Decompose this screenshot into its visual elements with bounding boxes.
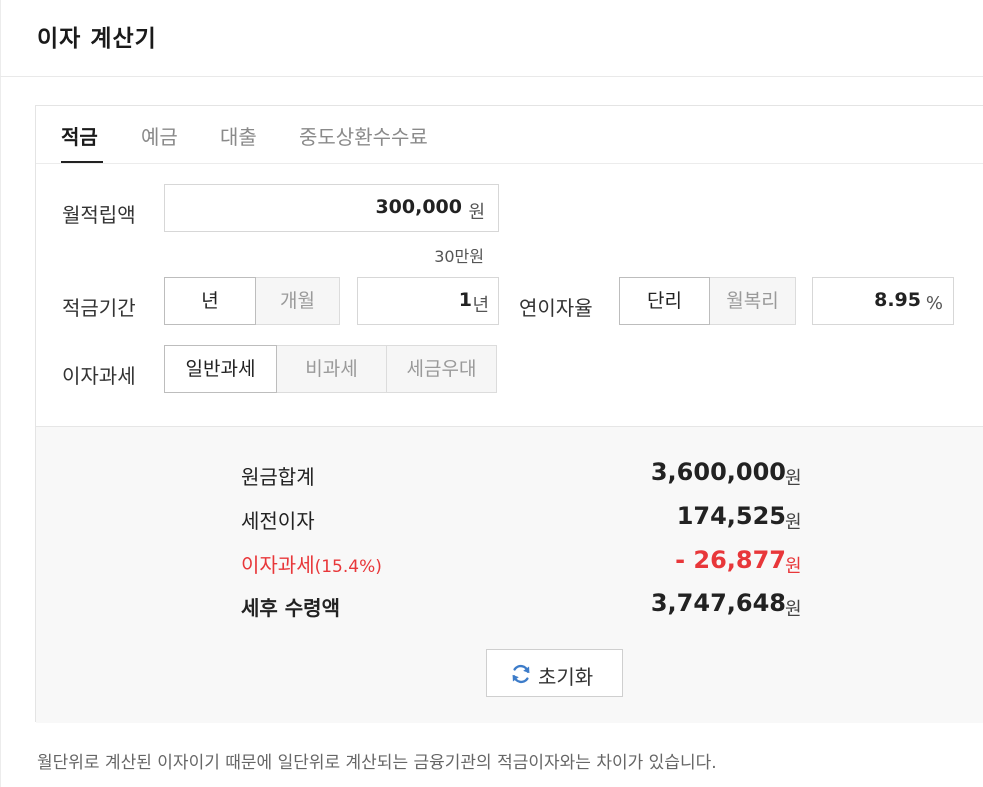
period-unit-month-button[interactable]: 개월: [255, 277, 340, 325]
tab-savings[interactable]: 적금: [61, 121, 98, 150]
after-tax-unit: 원: [785, 599, 802, 620]
principal-label: 원금합계: [241, 465, 315, 489]
left-border: [0, 0, 1, 787]
page-title: 이자 계산기: [37, 26, 157, 52]
tax-preferential-button[interactable]: 세금우대: [386, 345, 497, 393]
calculator-tabs: 적금 예금 대출 중도상환수수료: [36, 106, 983, 164]
tab-loan[interactable]: 대출: [220, 121, 257, 150]
page-header: 이자 계산기: [0, 0, 983, 77]
tab-deposit[interactable]: 예금: [141, 121, 178, 150]
tab-prepayment-fee[interactable]: 중도상환수수료: [299, 121, 428, 150]
after-tax-label: 세후 수령액: [241, 596, 340, 620]
period-label: 적금기간: [62, 296, 136, 320]
active-tab-underline: [61, 161, 103, 163]
result-panel: 원금합계 3,600,000 원 세전이자 174,525 원 이자과세(15.…: [36, 426, 983, 723]
interest-tax-unit: 원: [785, 556, 802, 577]
monthly-amount-label: 월적립액: [62, 203, 136, 227]
period-input[interactable]: 1 년: [357, 277, 499, 325]
monthly-amount-hint: 30만원: [434, 247, 484, 266]
monthly-amount-unit: 원: [468, 202, 485, 223]
monthly-amount-value: 300,000: [375, 196, 462, 218]
interest-calculator-page: 이자 계산기 적금 예금 대출 중도상환수수료 월적립액 300,000 원 3…: [0, 0, 983, 787]
footnote: 월단위로 계산된 이자이기 때문에 일단위로 계산되는 금융기관의 적금이자와는…: [37, 753, 717, 773]
calculator-card: 적금 예금 대출 중도상환수수료 월적립액 300,000 원 30만원 적금기…: [35, 105, 983, 723]
rate-value: 8.95: [874, 289, 921, 311]
interest-tax-value: - 26,877: [675, 546, 786, 574]
after-tax-value: 3,747,648: [650, 589, 786, 617]
pretax-interest-value: 174,525: [676, 502, 786, 530]
tax-exempt-button[interactable]: 비과세: [276, 345, 387, 393]
tax-label: 이자과세: [62, 364, 136, 388]
rate-monthly-compound-button[interactable]: 월복리: [709, 277, 796, 325]
principal-unit: 원: [785, 468, 802, 489]
pretax-interest-label: 세전이자: [241, 509, 315, 533]
rate-label: 연이자율: [519, 296, 593, 320]
interest-tax-label: 이자과세(15.4%): [241, 549, 382, 578]
rate-unit: %: [925, 293, 943, 314]
rate-simple-button[interactable]: 단리: [619, 277, 710, 325]
pretax-interest-unit: 원: [785, 512, 802, 533]
principal-value: 3,600,000: [650, 458, 786, 486]
period-value: 1: [458, 289, 472, 311]
rate-input[interactable]: 8.95 %: [812, 277, 954, 325]
interest-tax-rate: (15.4%): [314, 557, 382, 577]
refresh-icon: [512, 664, 530, 684]
period-unit-year-button[interactable]: 년: [164, 277, 256, 325]
monthly-amount-input[interactable]: 300,000 원: [164, 184, 499, 232]
reset-button[interactable]: 초기화: [486, 649, 623, 697]
reset-button-label: 초기화: [538, 665, 594, 689]
interest-tax-label-text: 이자과세: [241, 553, 315, 577]
tax-general-button[interactable]: 일반과세: [164, 345, 277, 393]
period-unit: 년: [472, 295, 489, 316]
